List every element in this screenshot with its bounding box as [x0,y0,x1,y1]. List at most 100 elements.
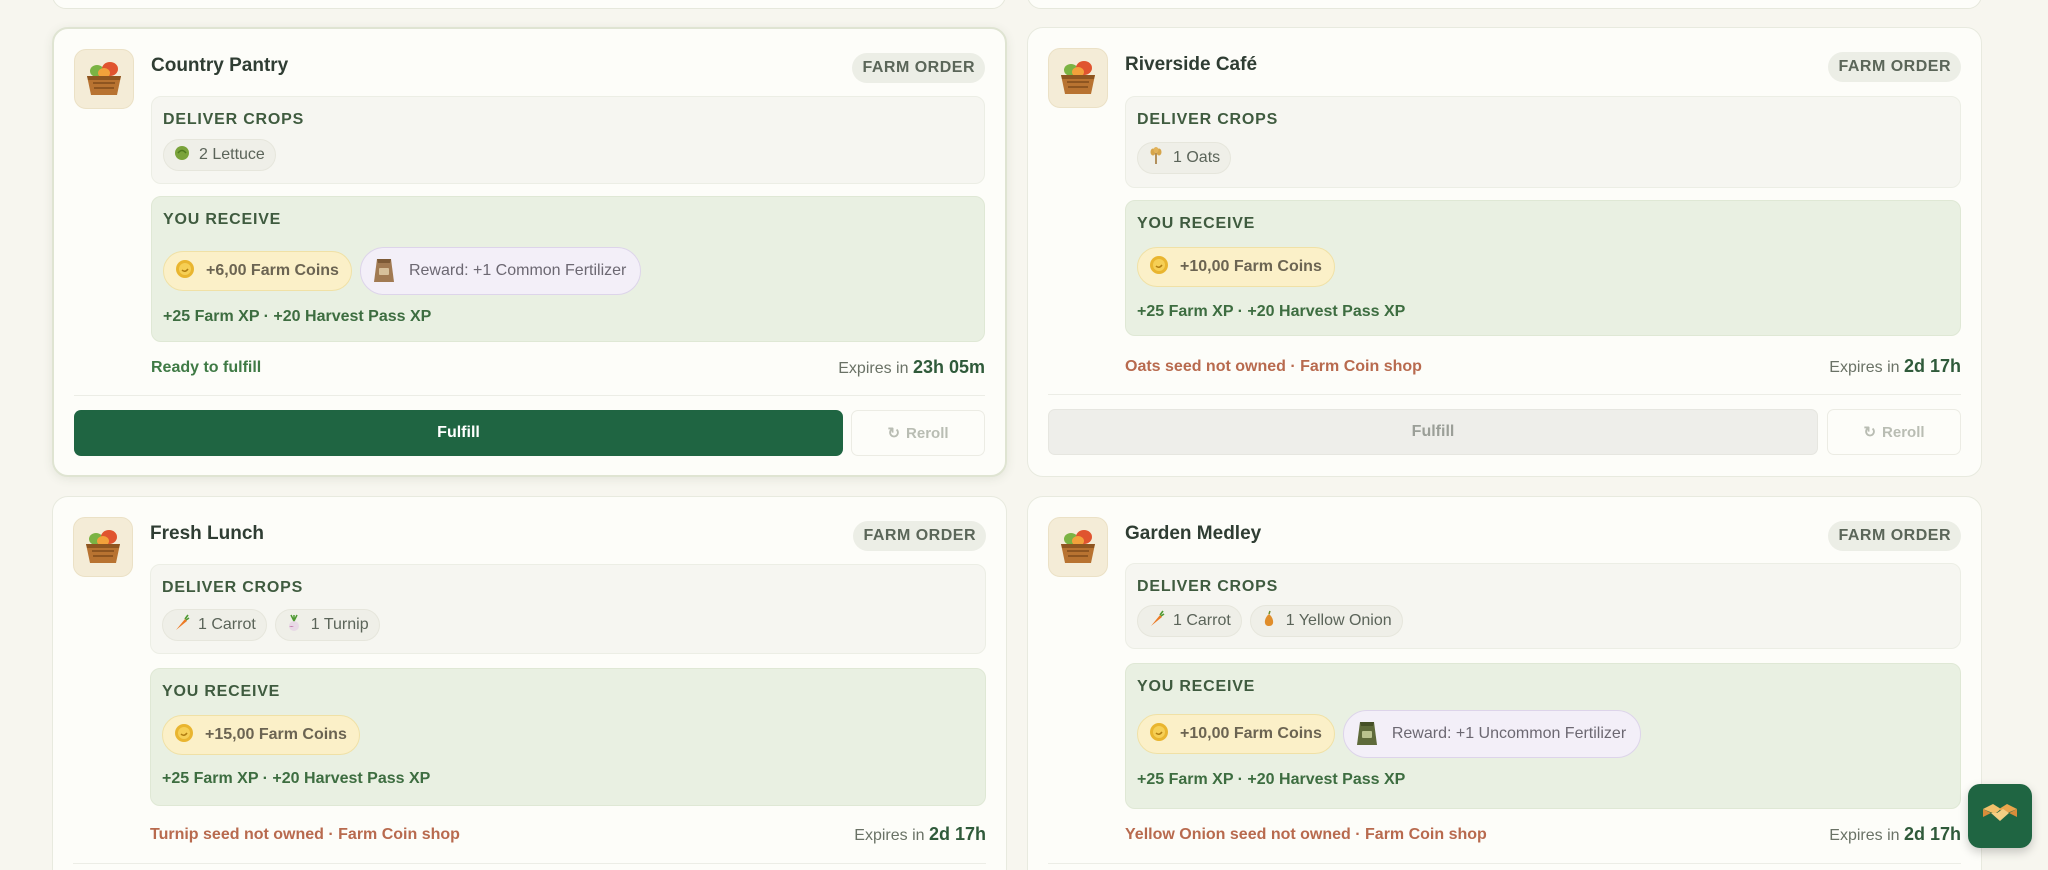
order-status: Yellow Onion seed not owned · Farm Coin … [1125,826,1487,843]
expires-value: 2d 17h [1903,356,1961,376]
reroll-button[interactable]: ↻ Reroll [1827,409,1961,455]
expires-prefix: Expires in [1829,827,1900,844]
fulfill-button[interactable]: Fulfill [1048,409,1818,455]
crop-chip-yellow-onion: 1 Yellow Onion [1249,605,1403,637]
crop-label: 1 Yellow Onion [1285,612,1392,629]
divider [73,863,986,864]
coin-icon [1148,254,1170,281]
orders-grid: Country Pantry FARM ORDER DELIVER CROPS … [0,0,2048,870]
farm-order-badge: FARM ORDER [852,53,985,83]
coin-icon [174,258,196,285]
coins-amount: +15,00 Farm Coins [205,726,347,743]
farm-coins-chip: +15,00 Farm Coins [162,715,360,755]
crop-label: 1 Carrot [198,616,256,633]
deliver-crops-label: DELIVER CROPS [163,111,305,128]
coins-amount: +10,00 Farm Coins [1180,258,1322,275]
order-card-garden-medley[interactable]: Garden Medley FARM ORDER DELIVER CROPS 1… [1027,496,1982,870]
xp-reward-text: +25 Farm XP · +20 Harvest Pass XP [1137,771,1406,788]
fertilizer-reward-chip: Reward: +1 Common Fertilizer [359,247,642,295]
order-card-fresh-lunch[interactable]: Fresh Lunch FARM ORDER DELIVER CROPS 1 C… [52,496,1007,870]
crop-label: 1 Carrot [1173,612,1231,629]
crop-label: 2 Lettuce [199,146,265,163]
you-receive-section: YOU RECEIVE +15,00 Farm Coins +25 Farm X… [150,668,986,806]
divider [74,395,985,396]
deliver-crops-label: DELIVER CROPS [1137,578,1279,595]
order-status: Oats seed not owned · Farm Coin shop [1125,358,1422,375]
deliver-crops-section: DELIVER CROPS 1 Carrot 1 Yellow Onion [1125,563,1961,649]
fertilizer-reward-chip: Reward: +1 Uncommon Fertilizer [1342,710,1642,758]
handshake-icon [1981,799,2019,834]
coins-amount: +6,00 Farm Coins [206,262,339,279]
order-title: Riverside Café [1125,54,1258,75]
expires-value: 2d 17h [1903,824,1961,844]
order-status: Turnip seed not owned · Farm Coin shop [150,826,460,843]
expires-timer: Expires in 2d 17h [1829,356,1961,377]
carrot-icon [1147,610,1165,633]
you-receive-label: YOU RECEIVE [162,683,281,700]
farm-order-badge: FARM ORDER [1828,521,1961,551]
basket-icon [73,517,133,577]
farm-coins-chip: +10,00 Farm Coins [1137,247,1335,287]
lettuce-icon [173,144,191,167]
onion-icon [1260,610,1278,633]
crop-chip-carrot: 1 Carrot [162,609,267,641]
order-card-partial [52,0,1006,9]
order-title: Garden Medley [1125,523,1262,544]
order-title: Fresh Lunch [150,523,265,544]
order-title: Country Pantry [151,55,289,76]
turnip-icon [285,614,303,637]
you-receive-section: YOU RECEIVE +10,00 Farm Coins Reward: +1… [1125,663,1961,809]
basket-icon [74,49,134,109]
reward-label: Reward: +1 Common Fertilizer [408,262,627,279]
expires-value: 2d 17h [928,824,986,844]
farm-coins-chip: +10,00 Farm Coins [1137,714,1335,754]
refresh-icon: ↻ [887,425,901,442]
reroll-label: Reroll [1882,423,1925,441]
expires-prefix: Expires in [854,827,925,844]
deliver-crops-section: DELIVER CROPS 1 Oats [1125,96,1961,188]
order-status: Ready to fulfill [151,359,262,376]
basket-icon [1048,517,1108,577]
handshake-fab-button[interactable] [1968,784,2032,848]
farm-coins-chip: +6,00 Farm Coins [163,251,352,291]
fertilizer-bag-icon [1354,716,1380,753]
oats-icon [1147,146,1165,170]
reroll-label: Reroll [906,424,949,442]
deliver-crops-section: DELIVER CROPS 1 Carrot 1 Turnip [150,564,986,654]
you-receive-section: YOU RECEIVE +10,00 Farm Coins +25 Farm X… [1125,200,1961,336]
crop-chip-carrot: 1 Carrot [1137,605,1242,637]
coin-icon [173,722,195,749]
expires-prefix: Expires in [1829,359,1900,376]
expires-value: 23h 05m [912,357,985,377]
you-receive-label: YOU RECEIVE [163,211,282,228]
order-card-partial [1027,0,1982,9]
coins-amount: +10,00 Farm Coins [1180,725,1322,742]
fulfill-button[interactable]: Fulfill [74,410,843,456]
crop-label: 1 Turnip [310,616,369,633]
you-receive-label: YOU RECEIVE [1137,215,1256,232]
basket-icon [1048,48,1108,108]
reward-label: Reward: +1 Uncommon Fertilizer [1391,725,1627,742]
expires-timer: Expires in 23h 05m [838,357,985,378]
divider [1048,394,1961,395]
expires-prefix: Expires in [838,360,909,377]
xp-reward-text: +25 Farm XP · +20 Harvest Pass XP [1137,303,1406,320]
expires-timer: Expires in 2d 17h [854,824,986,845]
xp-reward-text: +25 Farm XP · +20 Harvest Pass XP [162,770,431,787]
farm-order-badge: FARM ORDER [853,521,986,551]
deliver-crops-label: DELIVER CROPS [162,579,304,596]
refresh-icon: ↻ [1863,424,1877,441]
crop-label: 1 Oats [1173,149,1221,166]
reroll-button[interactable]: ↻ Reroll [851,410,985,456]
crop-chip-turnip: 1 Turnip [274,609,380,641]
farm-order-badge: FARM ORDER [1828,52,1961,82]
order-card-country-pantry[interactable]: Country Pantry FARM ORDER DELIVER CROPS … [52,27,1007,477]
divider [1048,863,1961,864]
coin-icon [1148,721,1170,748]
order-card-riverside-cafe[interactable]: Riverside Café FARM ORDER DELIVER CROPS … [1027,27,1982,477]
fertilizer-bag-icon [371,253,397,290]
you-receive-label: YOU RECEIVE [1137,678,1256,695]
carrot-icon [172,614,190,637]
expires-timer: Expires in 2d 17h [1829,824,1961,845]
crop-chip-oats: 1 Oats [1137,142,1232,174]
